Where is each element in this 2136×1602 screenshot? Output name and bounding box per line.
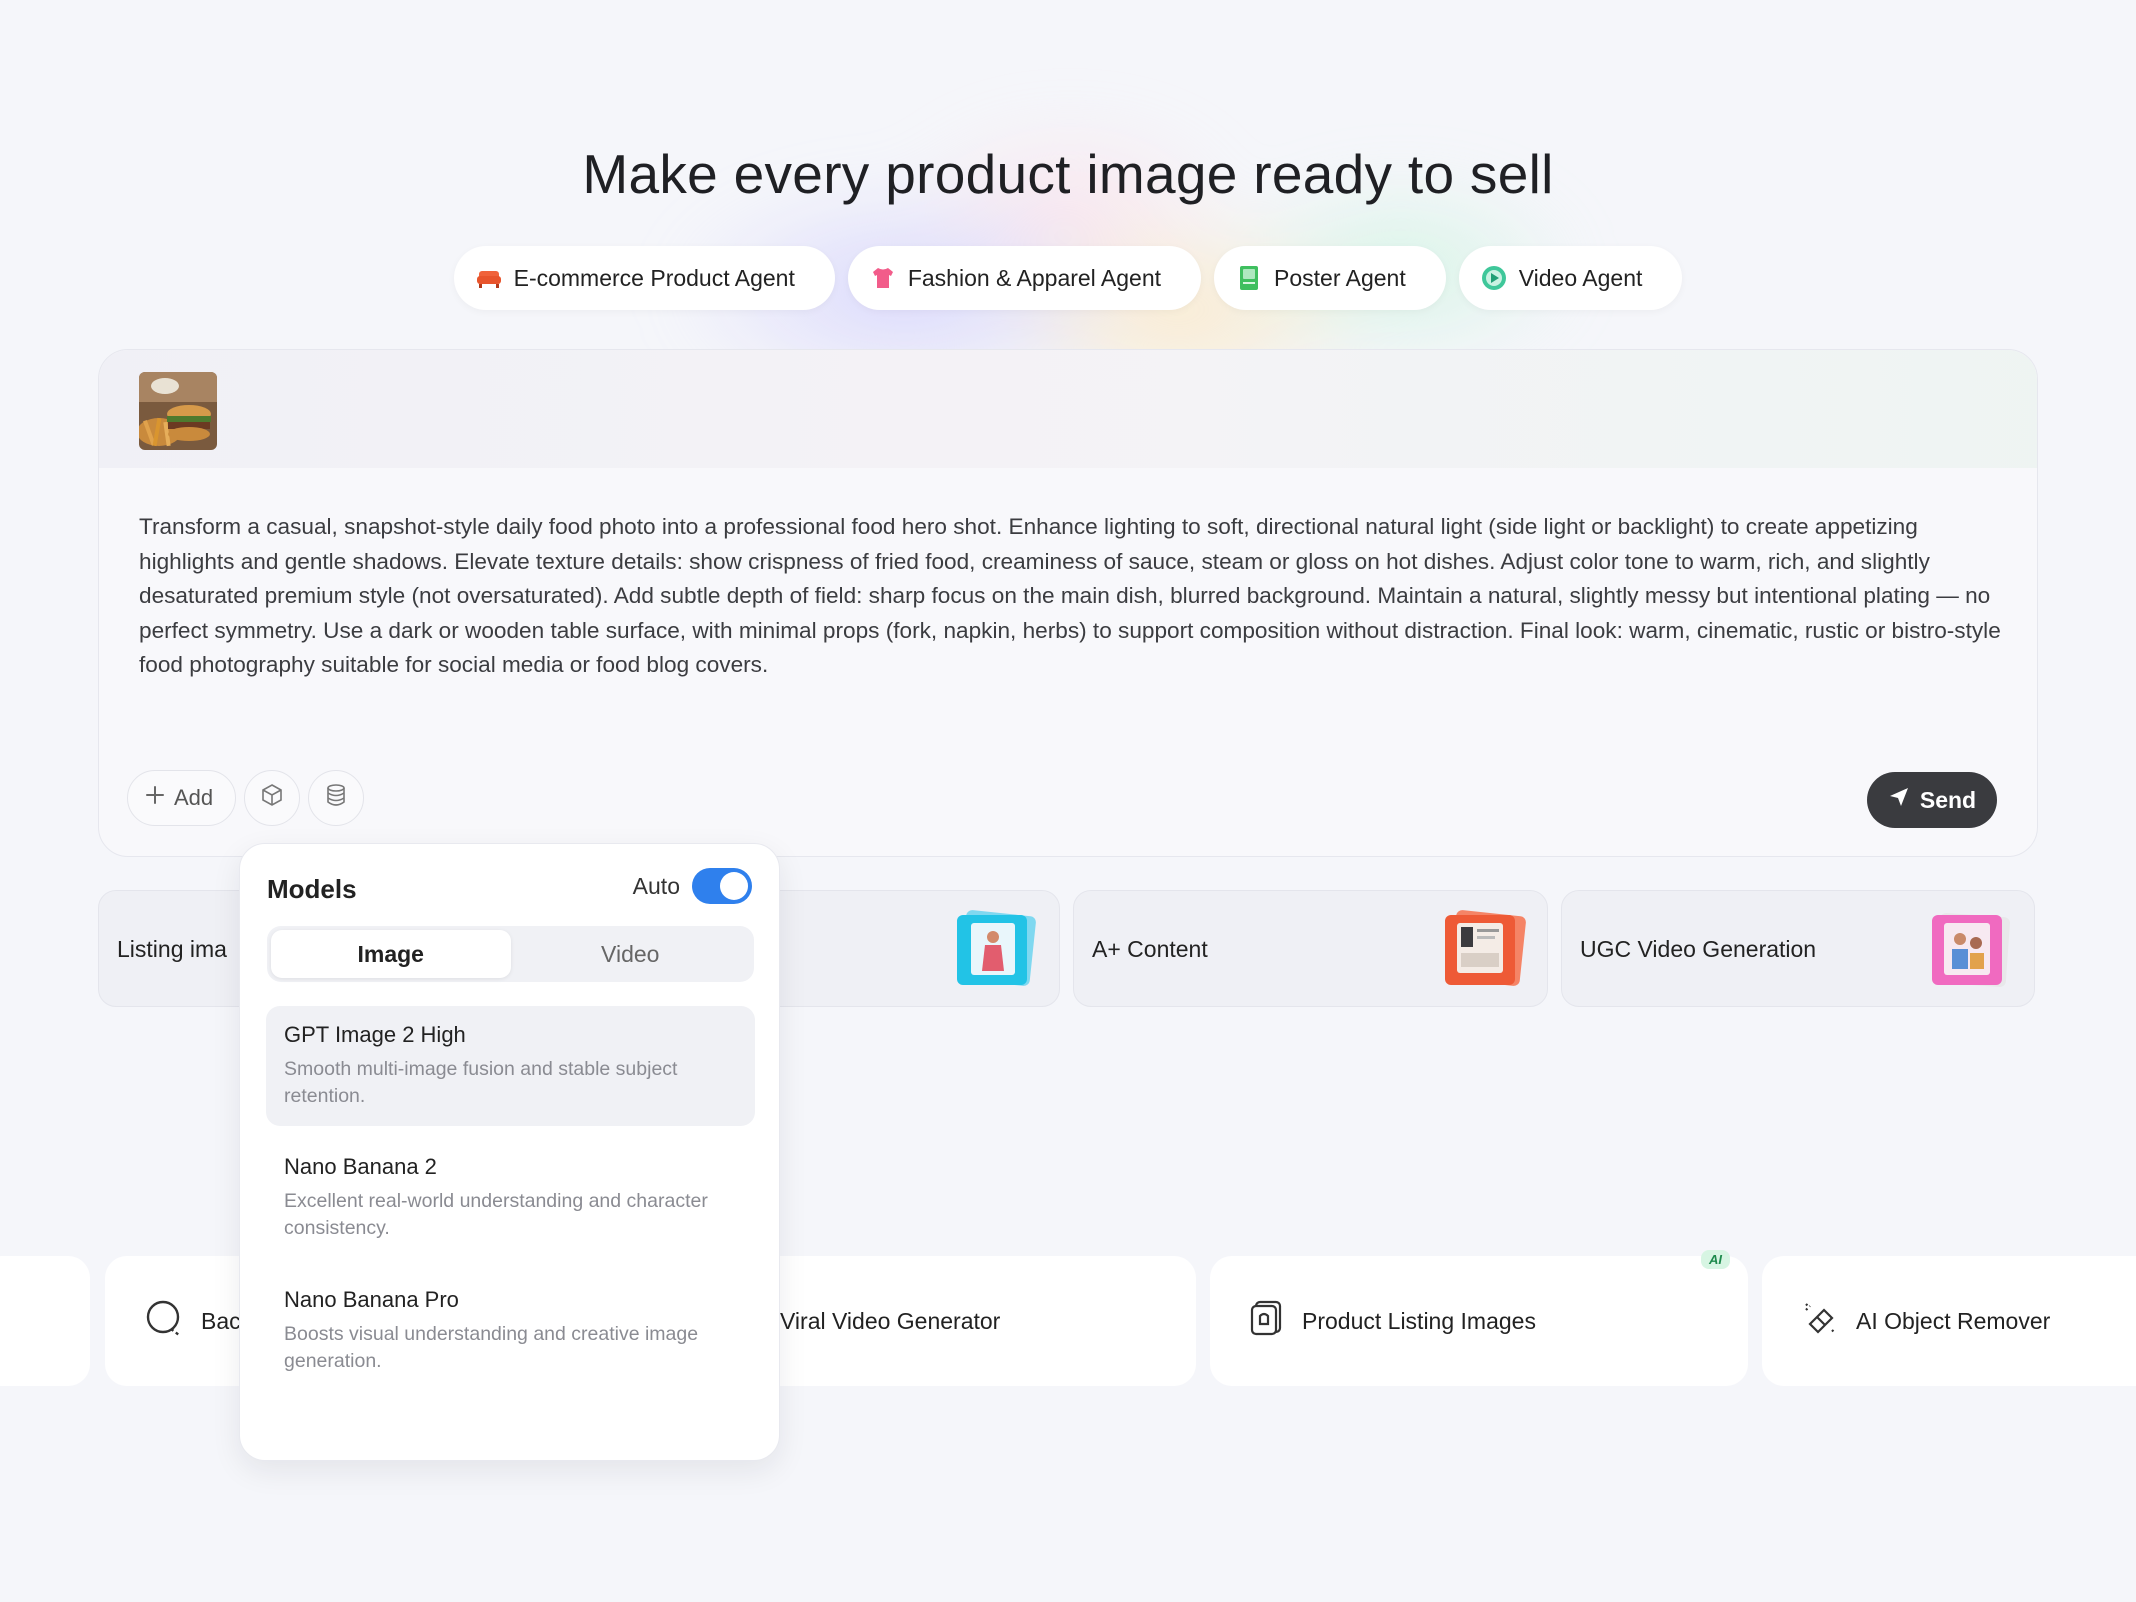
attached-food-image[interactable] — [139, 372, 217, 450]
feature-product-listing[interactable]: Product Listing Images AI — [1210, 1250, 1748, 1386]
eraser-icon — [1802, 1300, 1838, 1342]
feature-tile-partial[interactable] — [0, 1256, 90, 1386]
auto-label: Auto — [632, 872, 680, 899]
models-dropdown: Models Auto Image Video GPT Image 2 High… — [239, 843, 780, 1461]
model-picker-button[interactable] — [244, 770, 301, 826]
model-type-tabs: Image Video — [267, 926, 754, 982]
auto-toggle-row: Auto — [633, 868, 752, 904]
page-title: Make every product image ready to sell — [582, 143, 1554, 205]
auto-toggle[interactable] — [692, 868, 752, 904]
send-button[interactable]: Send — [1867, 772, 1997, 828]
model-option-nano-banana-2[interactable]: Nano Banana 2 Excellent real-world under… — [266, 1138, 755, 1258]
card-art — [1437, 909, 1529, 989]
card-label: UGC Video Generation — [1580, 936, 1817, 962]
cube-icon — [260, 783, 284, 813]
feature-label: AI Object Remover — [1856, 1307, 2051, 1334]
card-art — [949, 909, 1041, 989]
poster-icon — [1236, 265, 1262, 291]
tab-image[interactable]: Image — [271, 930, 511, 978]
add-label: Add — [174, 785, 214, 810]
play-icon — [1481, 265, 1507, 291]
agent-chips: E-commerce Product Agent Fashion & Appar… — [0, 246, 2136, 310]
listing-icon — [1250, 1300, 1284, 1342]
send-label: Send — [1919, 786, 1977, 813]
agent-label: Fashion & Apparel Agent — [907, 264, 1162, 291]
shirt-icon — [870, 265, 896, 291]
agent-poster[interactable]: Poster Agent — [1214, 246, 1446, 310]
model-option-nano-banana-pro[interactable]: Nano Banana Pro Boosts visual understand… — [266, 1271, 755, 1391]
agent-fashion[interactable]: Fashion & Apparel Agent — [847, 246, 1202, 310]
card-ugc-video[interactable]: UGC Video Generation — [1561, 890, 2035, 1007]
add-button[interactable]: Add — [127, 770, 237, 826]
prompt-composer: Transform a casual, snapshot-style daily… — [98, 349, 2038, 857]
model-desc: Smooth multi-image fusion and stable sub… — [284, 1058, 678, 1107]
prompt-text[interactable]: Transform a casual, snapshot-style daily… — [139, 510, 2009, 683]
model-name: GPT Image 2 High — [284, 1022, 466, 1047]
card-label: Listing ima — [117, 936, 227, 962]
feature-label: Bac — [201, 1307, 241, 1334]
background-icon — [145, 1299, 183, 1343]
feature-object-remover[interactable]: AI Object Remover — [1762, 1256, 2136, 1386]
model-desc: Boosts visual understanding and creative… — [284, 1323, 699, 1372]
sofa-icon — [476, 265, 502, 291]
model-name: Nano Banana Pro — [284, 1287, 459, 1312]
model-name: Nano Banana 2 — [284, 1154, 437, 1179]
card-art — [1924, 909, 2016, 989]
agent-video[interactable]: Video Agent — [1458, 246, 1683, 310]
plus-icon — [144, 784, 166, 812]
composer-tools: Add — [127, 770, 365, 826]
ai-badge: AI — [1701, 1250, 1730, 1269]
card-a-plus-content[interactable]: A+ Content — [1073, 890, 1548, 1007]
send-icon — [1888, 786, 1910, 814]
attachments-bar — [99, 350, 2037, 468]
agent-label: Video Agent — [1518, 264, 1643, 291]
card-label: A+ Content — [1092, 936, 1208, 962]
model-option-gpt-image-2-high[interactable]: GPT Image 2 High Smooth multi-image fusi… — [266, 1006, 755, 1126]
feature-label: Product Listing Images — [1302, 1307, 1536, 1334]
feature-label: Viral Video Generator — [780, 1307, 1001, 1334]
agent-label: Poster Agent — [1274, 264, 1406, 291]
feature-viral-video[interactable]: Viral Video Generator — [740, 1256, 1196, 1386]
models-title: Models — [267, 874, 357, 904]
database-button[interactable] — [308, 770, 365, 826]
tab-video[interactable]: Video — [511, 930, 751, 978]
agent-label: E-commerce Product Agent — [513, 264, 795, 291]
model-desc: Excellent real-world understanding and c… — [284, 1190, 708, 1239]
agent-ecommerce[interactable]: E-commerce Product Agent — [453, 246, 835, 310]
database-icon — [325, 783, 347, 813]
